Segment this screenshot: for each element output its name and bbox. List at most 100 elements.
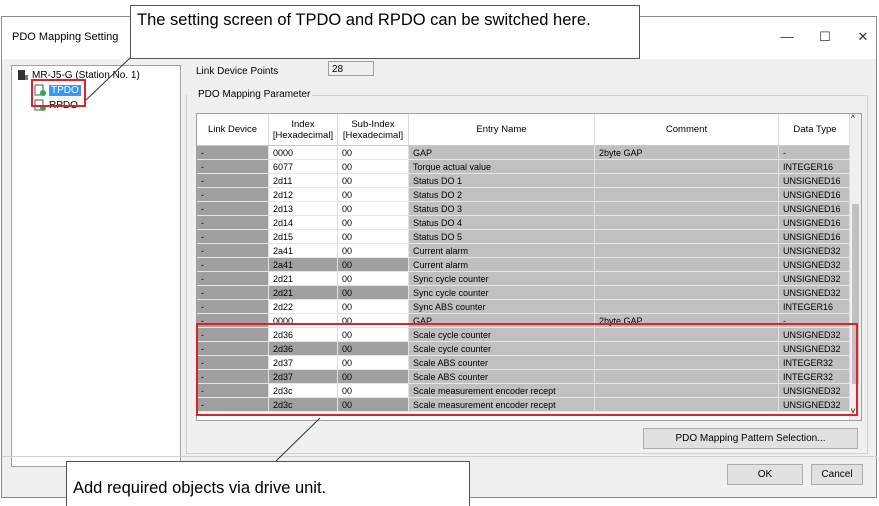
cell-data-type[interactable]: UNSIGNED16 — [779, 174, 851, 188]
cell-sub-index[interactable]: 00 — [338, 216, 409, 230]
cell-sub-index[interactable]: 00 — [338, 160, 409, 174]
tpdo-rpdo-highlight — [31, 79, 86, 107]
cell-comment[interactable] — [595, 300, 779, 314]
cell-index[interactable]: 2d14 — [269, 216, 338, 230]
cell-data-type[interactable]: INTEGER16 — [779, 160, 851, 174]
cell-link-device[interactable]: - — [197, 300, 269, 314]
cell-comment[interactable] — [595, 258, 779, 272]
cancel-button[interactable]: Cancel — [811, 464, 863, 485]
table-row[interactable]: -2d21 00 Sync cycle counter UNSIGNED32 — [197, 286, 851, 300]
scroll-up-icon[interactable]: ^ — [851, 114, 855, 123]
cell-entry-name[interactable]: Sync cycle counter — [409, 286, 595, 300]
table-row[interactable]: -6077 00 Torque actual value INTEGER16 — [197, 160, 851, 174]
cell-entry-name[interactable]: Status DO 2 — [409, 188, 595, 202]
cell-index[interactable]: 2d21 — [269, 272, 338, 286]
table-row[interactable]: -2a41 00 Current alarm UNSIGNED32 — [197, 258, 851, 272]
cell-entry-name[interactable]: Status DO 3 — [409, 202, 595, 216]
table-row[interactable]: -2d13 00 Status DO 3 UNSIGNED16 — [197, 202, 851, 216]
maximize-button[interactable]: ☐ — [810, 25, 840, 49]
table-row[interactable]: -2d21 00 Sync cycle counter UNSIGNED32 — [197, 272, 851, 286]
cell-data-type[interactable]: UNSIGNED32 — [779, 272, 851, 286]
cell-sub-index[interactable]: 00 — [338, 146, 409, 160]
table-row[interactable]: -2d12 00 Status DO 2 UNSIGNED16 — [197, 188, 851, 202]
table-row[interactable]: -2d22 00 Sync ABS counter INTEGER16 — [197, 300, 851, 314]
cell-link-device[interactable]: - — [197, 286, 269, 300]
minimize-button[interactable]: — — [772, 25, 802, 49]
cell-sub-index[interactable]: 00 — [338, 244, 409, 258]
cell-sub-index[interactable]: 00 — [338, 272, 409, 286]
cell-comment[interactable] — [595, 230, 779, 244]
cell-data-type[interactable]: UNSIGNED16 — [779, 202, 851, 216]
cell-comment[interactable] — [595, 202, 779, 216]
table-row[interactable]: -2d15 00 Status DO 5 UNSIGNED16 — [197, 230, 851, 244]
cell-link-device[interactable]: - — [197, 174, 269, 188]
cell-link-device[interactable]: - — [197, 188, 269, 202]
added-objects-highlight — [196, 323, 858, 416]
cell-entry-name[interactable]: Status DO 1 — [409, 174, 595, 188]
table-row[interactable]: -0000 00 GAP 2byte GAP - — [197, 146, 851, 160]
footer-separator — [2, 456, 877, 457]
cell-index[interactable]: 0000 — [269, 146, 338, 160]
cell-entry-name[interactable]: GAP — [409, 146, 595, 160]
cell-comment[interactable] — [595, 286, 779, 300]
add-objects-callout: Add required objects via drive unit. — [66, 461, 470, 506]
cell-data-type[interactable]: UNSIGNED16 — [779, 188, 851, 202]
cell-data-type[interactable]: UNSIGNED32 — [779, 244, 851, 258]
col-entry-name: Entry Name — [409, 114, 595, 145]
cell-link-device[interactable]: - — [197, 160, 269, 174]
cell-sub-index[interactable]: 00 — [338, 202, 409, 216]
cell-index[interactable]: 6077 — [269, 160, 338, 174]
cell-index[interactable]: 2d13 — [269, 202, 338, 216]
cell-data-type[interactable]: UNSIGNED16 — [779, 216, 851, 230]
cell-entry-name[interactable]: Status DO 5 — [409, 230, 595, 244]
cell-index[interactable]: 2d11 — [269, 174, 338, 188]
cell-link-device[interactable]: - — [197, 146, 269, 160]
cell-entry-name[interactable]: Sync cycle counter — [409, 272, 595, 286]
cell-link-device[interactable]: - — [197, 258, 269, 272]
cell-comment[interactable] — [595, 272, 779, 286]
cell-sub-index[interactable]: 00 — [338, 286, 409, 300]
cell-data-type[interactable]: UNSIGNED32 — [779, 258, 851, 272]
cell-sub-index[interactable]: 00 — [338, 174, 409, 188]
cell-index[interactable]: 2a41 — [269, 258, 338, 272]
col-sub-index: Sub-Index [Hexadecimal] — [338, 114, 409, 145]
cell-sub-index[interactable]: 00 — [338, 258, 409, 272]
cell-index[interactable]: 2d15 — [269, 230, 338, 244]
cell-index[interactable]: 2d12 — [269, 188, 338, 202]
ok-button[interactable]: OK — [727, 464, 803, 485]
cell-comment[interactable] — [595, 216, 779, 230]
cell-comment[interactable] — [595, 160, 779, 174]
cell-link-device[interactable]: - — [197, 272, 269, 286]
cell-sub-index[interactable]: 00 — [338, 188, 409, 202]
cell-sub-index[interactable]: 00 — [338, 300, 409, 314]
cell-data-type[interactable]: - — [779, 146, 851, 160]
table-row[interactable]: -2a41 00 Current alarm UNSIGNED32 — [197, 244, 851, 258]
table-row[interactable]: -2d11 00 Status DO 1 UNSIGNED16 — [197, 174, 851, 188]
cell-index[interactable]: 2d22 — [269, 300, 338, 314]
col-comment: Comment — [595, 114, 779, 145]
cell-entry-name[interactable]: Current alarm — [409, 244, 595, 258]
cell-comment[interactable] — [595, 244, 779, 258]
cell-entry-name[interactable]: Current alarm — [409, 258, 595, 272]
cell-entry-name[interactable]: Sync ABS counter — [409, 300, 595, 314]
cell-link-device[interactable]: - — [197, 216, 269, 230]
close-button[interactable]: ✕ — [848, 25, 878, 49]
cell-link-device[interactable]: - — [197, 202, 269, 216]
cell-data-type[interactable]: UNSIGNED32 — [779, 286, 851, 300]
cell-entry-name[interactable]: Torque actual value — [409, 160, 595, 174]
cell-comment[interactable] — [595, 174, 779, 188]
table-row[interactable]: -2d14 00 Status DO 4 UNSIGNED16 — [197, 216, 851, 230]
cell-link-device[interactable]: - — [197, 244, 269, 258]
cell-entry-name[interactable]: Status DO 4 — [409, 216, 595, 230]
group-top-line — [290, 95, 866, 96]
cell-comment[interactable] — [595, 188, 779, 202]
cell-sub-index[interactable]: 00 — [338, 230, 409, 244]
pdo-mapping-pattern-button[interactable]: PDO Mapping Pattern Selection... — [643, 428, 858, 449]
cell-index[interactable]: 2a41 — [269, 244, 338, 258]
cell-comment[interactable]: 2byte GAP — [595, 146, 779, 160]
cell-data-type[interactable]: UNSIGNED16 — [779, 230, 851, 244]
cell-index[interactable]: 2d21 — [269, 286, 338, 300]
cell-link-device[interactable]: - — [197, 230, 269, 244]
col-link-device: Link Device — [197, 114, 269, 145]
cell-data-type[interactable]: INTEGER16 — [779, 300, 851, 314]
